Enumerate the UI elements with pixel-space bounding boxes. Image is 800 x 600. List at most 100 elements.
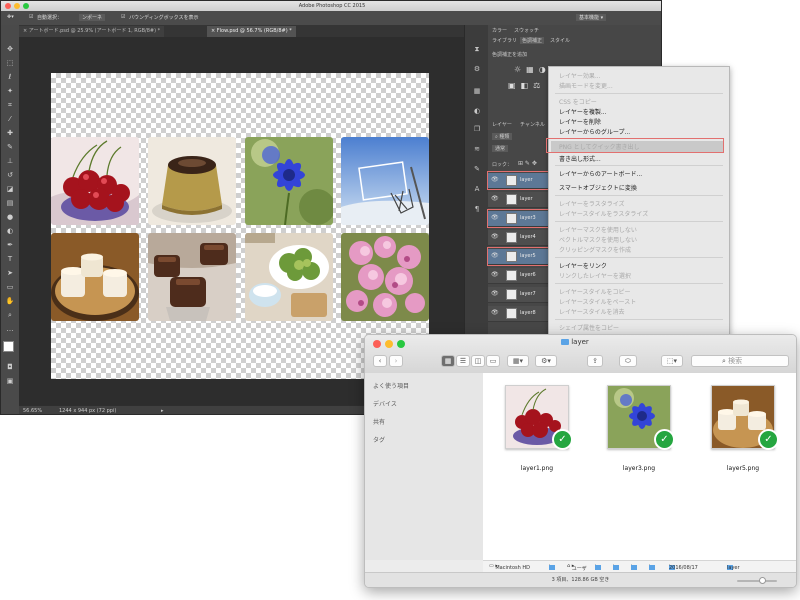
menu-item-blend-mode[interactable]: 描画モードを変更... <box>559 81 613 90</box>
sidebar-section-shared[interactable]: 共有 <box>373 417 385 426</box>
tab-styles[interactable]: スタイル <box>550 37 570 44</box>
adjust-panel-icon[interactable]: ◐ <box>472 107 482 116</box>
file-item[interactable]: ✓ <box>711 385 779 455</box>
channels-panel-icon[interactable]: ≋ <box>472 145 482 154</box>
menu-item-artboard-from-layers[interactable]: レイヤーからのアートボード... <box>559 169 642 178</box>
menu-item-paste-layer-style[interactable]: レイヤースタイルをペースト <box>559 297 636 306</box>
path-item-disk[interactable]: ▭ Macintosh HD ▸ <box>489 563 530 571</box>
zoom-tool-icon[interactable]: ⌕ <box>5 311 15 320</box>
eye-icon[interactable]: 👁 <box>491 233 499 240</box>
menu-item-delete-layer[interactable]: レイヤーを削除 <box>559 117 601 126</box>
tab-color[interactable]: カラー <box>492 27 507 34</box>
workspace-dropdown[interactable]: 基本機能 ▾ <box>576 14 607 21</box>
menu-item-disable-layer-mask[interactable]: レイヤーマスクを使用しない <box>559 225 637 234</box>
tag-icon[interactable]: ⬭ <box>619 355 637 367</box>
menu-item-link-layers[interactable]: レイヤーをリンク <box>559 261 607 270</box>
paragraph-panel-icon[interactable]: ¶ <box>472 205 482 214</box>
path-item-folder[interactable]: ▸ <box>613 563 619 570</box>
foreground-color-swatch[interactable] <box>3 341 14 352</box>
paths-panel-icon[interactable]: ✎ <box>472 165 482 174</box>
menu-item-create-clipping-mask[interactable]: クリッピングマスクを作成 <box>559 245 631 254</box>
auto-select-dropdown[interactable]: ンポーネ <box>79 14 106 21</box>
gradient-tool-icon[interactable]: ▤ <box>5 199 15 208</box>
menu-item-export-as[interactable]: 書き出し形式... <box>559 154 601 163</box>
eraser-tool-icon[interactable]: ◪ <box>5 185 15 194</box>
column-view-icon[interactable]: ◫ <box>471 355 485 367</box>
pen-tool-icon[interactable]: ✒ <box>5 241 15 250</box>
type-tool-icon[interactable]: T <box>5 255 15 264</box>
crop-tool-icon[interactable]: ⌗ <box>5 101 15 110</box>
close-button[interactable] <box>373 340 381 348</box>
menu-item-select-linked[interactable]: リンクしたレイヤーを選択 <box>559 271 631 280</box>
gear-icon[interactable]: ⚙▾ <box>535 355 557 367</box>
sidebar-section-devices[interactable]: デバイス <box>373 399 397 408</box>
share-icon[interactable]: ⇪ <box>587 355 603 367</box>
lock-icons[interactable]: ⊞ ✎ ✥ <box>518 160 537 167</box>
eye-icon[interactable]: 👁 <box>491 290 499 297</box>
more-tools-icon[interactable]: … <box>5 325 15 334</box>
artboard-panel-icon[interactable]: ▦ <box>472 87 482 96</box>
eye-icon[interactable]: 👁 <box>491 309 499 316</box>
eye-icon[interactable]: 👁 <box>491 271 499 278</box>
status-arrow-icon[interactable]: ▸ <box>161 408 164 414</box>
file-name[interactable]: layer1.png <box>503 465 571 472</box>
move-tool-icon[interactable]: ✥ <box>5 45 15 54</box>
blur-tool-icon[interactable]: ● <box>5 213 15 222</box>
character-panel-icon[interactable]: A <box>472 185 482 194</box>
magic-wand-icon[interactable]: ✦ <box>5 87 15 96</box>
layer-row[interactable]: 👁 layer4 <box>488 230 548 246</box>
layer-row[interactable]: 👁 layer7 <box>488 287 548 303</box>
zoom-button[interactable] <box>397 340 405 348</box>
marquee-tool-icon[interactable]: ⬚ <box>5 59 15 68</box>
menu-item-group-from-layers[interactable]: レイヤーからのグループ... <box>559 127 630 136</box>
path-item-folder[interactable]: ▸ <box>595 563 601 570</box>
zoom-level[interactable]: 56.65% <box>23 408 42 414</box>
back-icon[interactable]: ‹ <box>373 355 387 367</box>
layers-panel-icon[interactable]: ❐ <box>472 125 482 134</box>
healing-brush-icon[interactable]: ✚ <box>5 129 15 138</box>
tab-layers[interactable]: レイヤー <box>492 121 512 128</box>
tab-flow-doc[interactable]: × Flow.psd @ 56.7% (RGB/8#) * <box>207 26 296 37</box>
menu-item-rasterize-layer[interactable]: レイヤーをラスタライズ <box>559 199 625 208</box>
properties-panel-icon[interactable]: ⚙ <box>472 65 482 74</box>
icon-view-icon[interactable]: ▦ <box>441 355 455 367</box>
file-item[interactable]: ✓ <box>607 385 675 455</box>
path-item-date-folder[interactable]: 2016/08/17 ▸ <box>669 563 698 571</box>
screen-mode-icon[interactable]: ▣ <box>5 377 15 386</box>
auto-select-checkbox[interactable]: ☑ <box>29 14 33 20</box>
gallery-view-icon[interactable]: ▭ <box>486 355 500 367</box>
blend-mode-dropdown[interactable]: 通常 <box>492 145 509 152</box>
sidebar-section-favorites[interactable]: よく使う項目 <box>373 381 409 390</box>
menu-item-duplicate-layer[interactable]: レイヤーを複製... <box>559 107 607 116</box>
stamp-tool-icon[interactable]: ⊥ <box>5 157 15 166</box>
layer-kind-filter[interactable]: ⌕ 種類 <box>492 133 513 140</box>
move-tool-icon[interactable]: ✥▾ <box>7 14 14 20</box>
menu-item-convert-smart-object[interactable]: スマートオブジェクトに変換 <box>559 183 637 192</box>
adjustment-icons-row-2[interactable]: ▣◧⚖ <box>508 81 545 90</box>
transform-controls-checkbox[interactable]: ☑ <box>121 14 125 20</box>
path-selection-icon[interactable]: ➤ <box>5 269 15 278</box>
forward-icon[interactable]: › <box>389 355 403 367</box>
menu-item-disable-vector-mask[interactable]: ベクトルマスクを使用しない <box>559 235 637 244</box>
tab-artboard-doc[interactable]: × アートボード.psd @ 25.9% (アートボード 1, RGB/8#) … <box>19 26 165 37</box>
menu-item-copy-css[interactable]: CSS をコピー <box>559 97 597 106</box>
tab-channels[interactable]: チャンネル <box>520 121 545 128</box>
history-panel-icon[interactable]: ⧗ <box>472 45 482 54</box>
menu-item-layer-effects[interactable]: レイヤー効果... <box>559 71 601 80</box>
document-info[interactable]: 1244 x 944 px (72 ppi) <box>59 408 116 414</box>
tab-adjustments[interactable]: 色調補正 <box>520 37 545 44</box>
shape-tool-icon[interactable]: ▭ <box>5 283 15 292</box>
file-name[interactable]: layer3.png <box>605 465 673 472</box>
hand-tool-icon[interactable]: ✋ <box>5 297 15 306</box>
file-item[interactable]: ✓ <box>505 385 573 455</box>
search-input[interactable]: ⌕ 検索 <box>691 355 789 367</box>
tab-swatches[interactable]: スウォッチ <box>514 27 539 34</box>
menu-item-copy-layer-style[interactable]: レイヤースタイルをコピー <box>559 287 631 296</box>
minimize-button[interactable] <box>385 340 393 348</box>
brush-tool-icon[interactable]: ✎ <box>5 143 15 152</box>
eye-icon[interactable]: 👁 <box>491 195 499 202</box>
menu-item-clear-layer-style[interactable]: レイヤースタイルを消去 <box>559 307 625 316</box>
menu-item-copy-shape-attributes[interactable]: シェイプ属性をコピー <box>559 323 619 332</box>
path-item-folder[interactable]: ▸ <box>549 563 555 570</box>
lasso-tool-icon[interactable]: ℓ <box>5 73 15 82</box>
